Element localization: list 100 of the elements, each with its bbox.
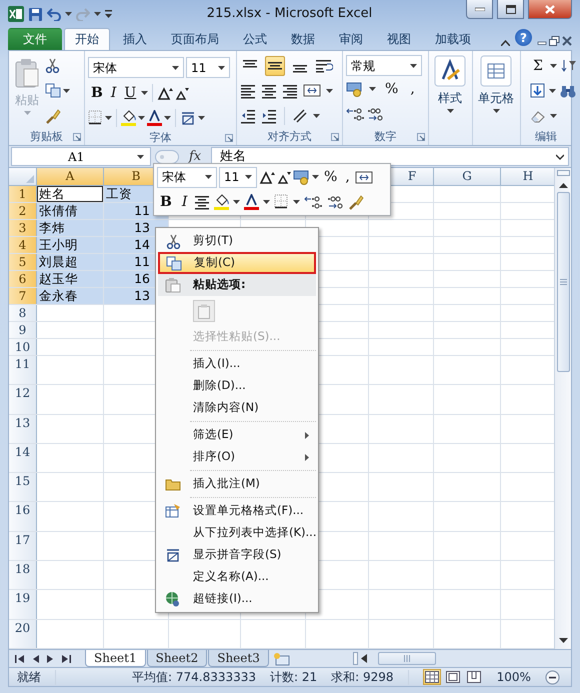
caret-icon[interactable] (105, 116, 112, 120)
first-sheet-icon[interactable] (15, 654, 24, 662)
align-center-icon[interactable] (194, 194, 210, 210)
row-header[interactable]: 2 (9, 203, 37, 219)
ribbon-tab[interactable]: 公式 (232, 28, 278, 50)
save-icon[interactable] (28, 6, 43, 22)
row-header[interactable]: 13 (9, 414, 37, 443)
next-sheet-icon[interactable] (47, 654, 54, 662)
increase-indent-icon[interactable] (261, 108, 277, 124)
row-header[interactable]: 9 (9, 322, 37, 338)
menu-item[interactable]: 设置单元格格式(F)... (158, 500, 316, 522)
merge-cells-icon[interactable] (303, 83, 321, 98)
row-header[interactable]: 17 (9, 532, 37, 560)
cut-icon[interactable] (45, 58, 60, 73)
underline-button[interactable]: U (121, 84, 140, 102)
scroll-down-icon[interactable] (558, 638, 568, 644)
eraser-icon[interactable] (530, 108, 546, 122)
scrollbar-thumb[interactable] (556, 192, 570, 372)
menu-item[interactable]: 删除(D)... (158, 375, 316, 397)
caret-icon[interactable] (313, 114, 320, 118)
caret-icon[interactable] (446, 109, 454, 113)
menu-item[interactable]: 超链接(I)... (158, 588, 316, 610)
italic-button[interactable]: I (178, 192, 190, 211)
insert-function-button[interactable]: fx (183, 146, 208, 166)
caret-icon[interactable] (138, 116, 145, 120)
caret-icon[interactable] (492, 109, 500, 113)
sheet-tab[interactable]: Sheet2 (146, 650, 208, 667)
cells-button[interactable]: 单元格 (476, 53, 516, 129)
align-left-icon[interactable] (240, 82, 256, 98)
row-header[interactable]: 5 (9, 254, 37, 270)
name-box[interactable]: A1 (11, 147, 151, 166)
menu-item[interactable]: 从下拉列表中选择(K)... (158, 522, 316, 544)
borders-icon[interactable] (274, 194, 290, 210)
caret-icon[interactable] (263, 200, 270, 204)
bold-button[interactable]: B (88, 84, 106, 102)
decrease-decimal-icon[interactable] (326, 194, 344, 209)
row-header[interactable]: 10 (9, 339, 37, 355)
fill-color-icon[interactable] (121, 110, 136, 126)
format-painter-icon[interactable] (45, 108, 61, 124)
merge-cells-icon[interactable] (354, 170, 373, 185)
format-painter-icon[interactable] (348, 194, 364, 210)
maximize-button[interactable] (497, 0, 524, 19)
column-header[interactable]: H (501, 168, 554, 186)
styles-button[interactable]: 样式 (432, 53, 468, 129)
dialog-launcher-icon[interactable] (417, 133, 425, 142)
decrease-size-icon[interactable] (175, 86, 190, 100)
row-header[interactable]: 1 (9, 186, 37, 202)
italic-button[interactable]: I (108, 84, 120, 102)
row-header[interactable]: 3 (9, 220, 37, 236)
comma-button[interactable]: , (407, 80, 418, 98)
scrollbar-thumb[interactable] (378, 652, 436, 665)
caret-icon[interactable] (137, 154, 144, 158)
grip-icon[interactable] (404, 655, 410, 662)
caret-icon[interactable] (94, 12, 101, 16)
file-tab[interactable]: 文件 (8, 28, 62, 50)
font-color-icon[interactable] (244, 194, 260, 210)
ribbon-tab[interactable]: 审阅 (328, 28, 374, 50)
ribbon-tab[interactable]: 插入 (112, 28, 158, 50)
number-format-dropdown[interactable]: 常规 (346, 55, 422, 76)
find-icon[interactable] (560, 84, 576, 98)
caret-icon[interactable] (245, 175, 252, 180)
row-header[interactable]: 12 (9, 385, 37, 414)
grip-icon[interactable] (560, 279, 566, 285)
align-right-icon[interactable] (282, 82, 298, 98)
help-button[interactable]: ? (515, 29, 532, 46)
dialog-launcher-icon[interactable] (73, 133, 81, 142)
row-header[interactable]: 18 (9, 561, 37, 590)
sheet-tab[interactable]: Sheet3 (208, 650, 269, 667)
font-size-dropdown[interactable]: 11 (219, 166, 257, 188)
row-header[interactable]: 7 (9, 288, 37, 304)
row-header[interactable]: 4 (9, 237, 37, 253)
caret-icon[interactable] (293, 200, 300, 204)
increase-size-icon[interactable] (259, 170, 275, 184)
formula-input[interactable]: 姓名 (211, 147, 569, 166)
caret-icon[interactable] (164, 116, 171, 120)
increase-decimal-icon[interactable] (346, 106, 364, 120)
dialog-launcher-icon[interactable] (331, 133, 339, 142)
column-header[interactable]: F (391, 168, 434, 186)
ribbon-tab[interactable]: 加载项 (424, 28, 482, 50)
expand-icon[interactable] (556, 154, 564, 160)
caret-icon[interactable] (63, 88, 70, 92)
scroll-left-icon[interactable] (361, 654, 367, 663)
ribbon-tab[interactable]: 视图 (376, 28, 422, 50)
caret-icon[interactable] (233, 200, 240, 204)
table-icon[interactable] (480, 55, 512, 87)
decrease-indent-icon[interactable] (240, 108, 256, 124)
decrease-decimal-icon[interactable] (366, 106, 384, 120)
menu-item[interactable]: 筛选(E) (158, 424, 316, 446)
menu-item[interactable]: 插入(I)... (158, 353, 316, 375)
column-header[interactable]: G (434, 168, 501, 186)
row-header[interactable]: 15 (9, 473, 37, 502)
ribbon-tab[interactable]: 页面布局 (160, 28, 230, 50)
autosum-button[interactable]: Σ (530, 56, 546, 74)
fill-color-icon[interactable] (214, 194, 230, 210)
menu-item[interactable]: 显示拼音字段(S) (158, 544, 316, 566)
caret-icon[interactable] (326, 88, 333, 92)
sort-filter-icon[interactable] (560, 58, 577, 73)
caret-icon[interactable] (198, 116, 205, 120)
minimize-icon[interactable] (474, 7, 484, 11)
close-button[interactable] (528, 0, 572, 19)
